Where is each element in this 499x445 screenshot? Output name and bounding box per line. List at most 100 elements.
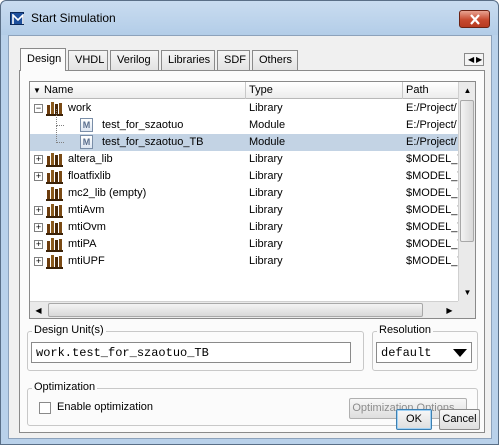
design-library-list: ▼ Name Type Path − work Library E:/Project/… xyxy=(29,81,476,319)
vertical-scroll-thumb[interactable] xyxy=(460,100,474,242)
item-path: $MODEL_T xyxy=(406,170,458,182)
horizontal-scroll-thumb[interactable] xyxy=(48,303,423,317)
vertical-scrollbar[interactable]: ▲ ▼ xyxy=(458,82,475,301)
item-path: $MODEL_T xyxy=(406,187,458,199)
enable-optimization-checkbox[interactable] xyxy=(39,402,51,414)
column-header-path[interactable]: Path xyxy=(403,82,463,99)
item-path: E:/Project/ xyxy=(406,136,457,148)
item-path: $MODEL_T xyxy=(406,153,458,165)
scroll-down-icon[interactable]: ▼ xyxy=(459,284,475,301)
item-name: floatfixlib xyxy=(68,170,111,182)
expand-icon[interactable]: + xyxy=(34,223,43,232)
list-item-mc2-lib[interactable]: mc2_lib (empty) Library $MODEL_T xyxy=(30,185,458,202)
item-type: Module xyxy=(249,119,286,131)
item-name: test_for_szaotuo_TB xyxy=(102,136,204,148)
resolution-label: Resolution xyxy=(377,324,433,336)
tab-verilog[interactable]: Verilog xyxy=(110,50,159,70)
library-books-icon xyxy=(46,153,63,167)
item-path: E:/Project/ xyxy=(406,102,457,114)
item-name: test_for_szaotuo xyxy=(102,119,184,131)
resolution-group: Resolution default xyxy=(372,324,478,371)
tab-scroll-buttons[interactable]: ◀ ▶ xyxy=(464,53,484,66)
library-books-icon xyxy=(46,238,63,252)
title-bar[interactable]: Start Simulation xyxy=(1,1,498,35)
item-name: altera_lib xyxy=(68,153,113,165)
list-item-work[interactable]: − work Library E:/Project/ xyxy=(30,100,458,117)
design-unit-group: Design Unit(s) work.test_for_szaotuo_TB xyxy=(27,324,364,371)
tab-vhdl[interactable]: VHDL xyxy=(68,50,108,70)
item-name: mtiPA xyxy=(68,238,97,250)
optimization-label: Optimization xyxy=(32,381,98,393)
resolution-select[interactable]: default xyxy=(376,342,472,363)
list-item-mtiovm[interactable]: + mtiOvm Library $MODEL_T xyxy=(30,219,458,236)
item-path: $MODEL_T xyxy=(406,255,458,267)
list-item-mtiavm[interactable]: + mtiAvm Library $MODEL_T xyxy=(30,202,458,219)
list-item-test-for-szaotuo-tb[interactable]: Mtest_for_szaotuo_TB Module E:/Project/ xyxy=(30,126,458,151)
library-books-icon xyxy=(46,187,63,201)
item-name: work xyxy=(68,102,92,114)
item-name: mtiUPF xyxy=(68,255,105,267)
column-header-type[interactable]: Type xyxy=(246,82,403,99)
close-button[interactable] xyxy=(459,10,490,28)
module-icon: M xyxy=(80,118,93,132)
start-simulation-window: Start Simulation Design VHDL Verilog Lib… xyxy=(0,0,499,445)
list-item-floatfixlib[interactable]: + floatfixlib Library $MODEL_T xyxy=(30,168,458,185)
dialog-body: Design VHDL Verilog Libraries SDF Others… xyxy=(8,35,492,439)
sort-arrow-icon: ▼ xyxy=(33,86,41,95)
list-rows: − work Library E:/Project/Mtest_for_szaotuo… xyxy=(30,100,458,300)
column-header-name[interactable]: ▼ Name xyxy=(30,82,246,99)
scroll-right-icon[interactable]: ▶ xyxy=(441,302,458,318)
tab-others[interactable]: Others xyxy=(252,50,298,70)
item-path: $MODEL_T xyxy=(406,238,458,250)
scroll-left-icon[interactable]: ◀ xyxy=(468,54,474,65)
item-type: Library xyxy=(249,102,283,114)
expand-icon[interactable]: + xyxy=(34,155,43,164)
tree-line xyxy=(56,109,57,126)
enable-optimization-label: Enable optimization xyxy=(57,401,154,413)
scroll-left-icon[interactable]: ◀ xyxy=(30,302,47,318)
item-type: Library xyxy=(249,238,283,250)
list-item-mtiupf[interactable]: + mtiUPF Library $MODEL_T xyxy=(30,253,458,270)
horizontal-scrollbar[interactable]: ◀ ▶ xyxy=(30,301,458,318)
expand-icon[interactable]: + xyxy=(34,257,43,266)
list-item-test-for-szaotuo[interactable]: Mtest_for_szaotuo Module E:/Project/ xyxy=(30,109,458,134)
item-name: mtiAvm xyxy=(68,204,105,216)
tree-line xyxy=(56,142,64,143)
expand-icon[interactable]: + xyxy=(34,206,43,215)
ok-button[interactable]: OK xyxy=(396,409,432,430)
cancel-button[interactable]: Cancel xyxy=(439,409,480,430)
item-type: Library xyxy=(249,255,283,267)
scroll-up-icon[interactable]: ▲ xyxy=(459,82,475,99)
tab-sdf[interactable]: SDF xyxy=(217,50,250,70)
library-books-icon xyxy=(46,221,63,235)
item-name: mtiOvm xyxy=(68,221,106,233)
list-item-altera-lib[interactable]: + altera_lib Library $MODEL_T xyxy=(30,151,458,168)
item-type: Library xyxy=(249,153,283,165)
design-tab-panel: ▼ Name Type Path − work Library E:/Project/… xyxy=(19,70,485,433)
item-type: Library xyxy=(249,204,283,216)
library-books-icon xyxy=(46,255,63,269)
library-books-icon xyxy=(46,204,63,218)
expand-icon[interactable]: + xyxy=(34,240,43,249)
window-title: Start Simulation xyxy=(31,11,116,25)
modelsim-app-icon xyxy=(10,12,24,25)
tree-line xyxy=(56,126,57,143)
item-path: $MODEL_T xyxy=(406,221,458,233)
dropdown-arrow-icon[interactable] xyxy=(453,349,467,357)
item-type: Library xyxy=(249,187,283,199)
tab-design[interactable]: Design xyxy=(20,48,66,71)
library-books-icon xyxy=(46,170,63,184)
design-unit-label: Design Unit(s) xyxy=(32,324,106,336)
item-type: Library xyxy=(249,221,283,233)
design-unit-input[interactable]: work.test_for_szaotuo_TB xyxy=(31,342,351,363)
collapse-icon[interactable]: − xyxy=(34,104,43,113)
module-icon: M xyxy=(80,135,93,149)
item-path: E:/Project/ xyxy=(406,119,457,131)
list-header: ▼ Name Type Path xyxy=(30,82,458,99)
scroll-right-icon[interactable]: ▶ xyxy=(476,54,482,65)
item-type: Module xyxy=(249,136,286,148)
expand-icon[interactable]: + xyxy=(34,172,43,181)
tab-libraries[interactable]: Libraries xyxy=(161,50,215,70)
close-icon xyxy=(470,14,480,25)
list-item-mtipa[interactable]: + mtiPA Library $MODEL_T xyxy=(30,236,458,253)
